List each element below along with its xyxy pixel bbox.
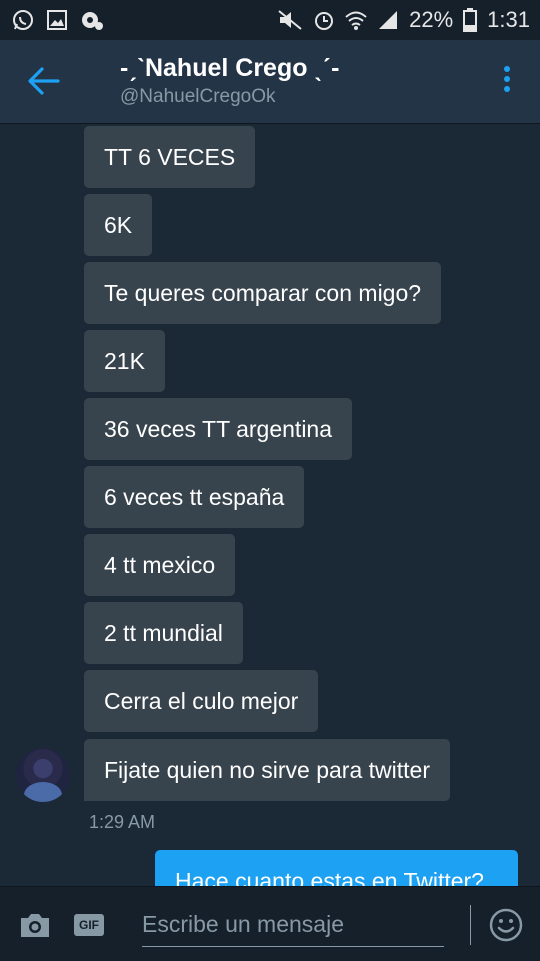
signal-icon: [379, 11, 398, 29]
gif-button[interactable]: GIF: [74, 914, 104, 936]
alarm-icon: [315, 12, 334, 30]
battery-percent: 22%: [409, 7, 454, 32]
battery-icon: [463, 8, 478, 32]
whatsapp-icon: [13, 10, 33, 30]
message-bubble[interactable]: Cerra el culo mejor: [84, 670, 319, 732]
contact-name[interactable]: -ˏˋNahuel Crego ˎˊ-: [120, 54, 339, 83]
contact-handle[interactable]: @NahuelCregoOk: [120, 86, 276, 108]
status-bar-right: 22% 1:31: [277, 7, 530, 33]
message-bubble[interactable]: Fijate quien no sirve para twitter: [84, 739, 450, 801]
message-bubble[interactable]: 2 tt mundial: [84, 602, 243, 664]
sender-avatar[interactable]: [16, 748, 70, 802]
message-bubble[interactable]: 21K: [84, 330, 165, 392]
status-bar-left: [12, 9, 104, 31]
composer-divider: [470, 905, 471, 945]
image-icon: [47, 10, 67, 30]
message-list[interactable]: TT 6 VECES 6K Te queres comparar con mig…: [0, 124, 540, 886]
status-bar: 22% 1:31: [0, 0, 540, 40]
settings-notification-icon: [82, 12, 103, 30]
message-bubble[interactable]: Te queres comparar con migo?: [84, 262, 442, 324]
message-bubble[interactable]: TT 6 VECES: [84, 126, 256, 188]
clock: 1:31: [487, 7, 530, 32]
message-timestamp: 1:29 AM: [89, 812, 156, 832]
emoji-icon[interactable]: [488, 907, 524, 943]
message-bubble[interactable]: 6K: [84, 194, 153, 256]
sent-message-bubble[interactable]: Hace cuanto estas en Twitter?: [155, 850, 518, 886]
conversation-header: -ˏˋNahuel Crego ˎˊ- @NahuelCregoOk: [0, 40, 540, 124]
more-options-icon[interactable]: [500, 66, 514, 98]
message-bubble[interactable]: 6 veces tt españa: [84, 466, 305, 528]
back-arrow-icon[interactable]: [26, 66, 60, 96]
camera-icon[interactable]: [18, 911, 52, 939]
message-bubble[interactable]: 36 veces TT argentina: [84, 398, 353, 460]
mute-icon: [278, 10, 302, 30]
message-bubble[interactable]: 4 tt mexico: [84, 534, 236, 596]
message-composer: GIF: [0, 886, 540, 961]
wifi-icon: [345, 11, 367, 30]
message-input[interactable]: [142, 903, 444, 947]
